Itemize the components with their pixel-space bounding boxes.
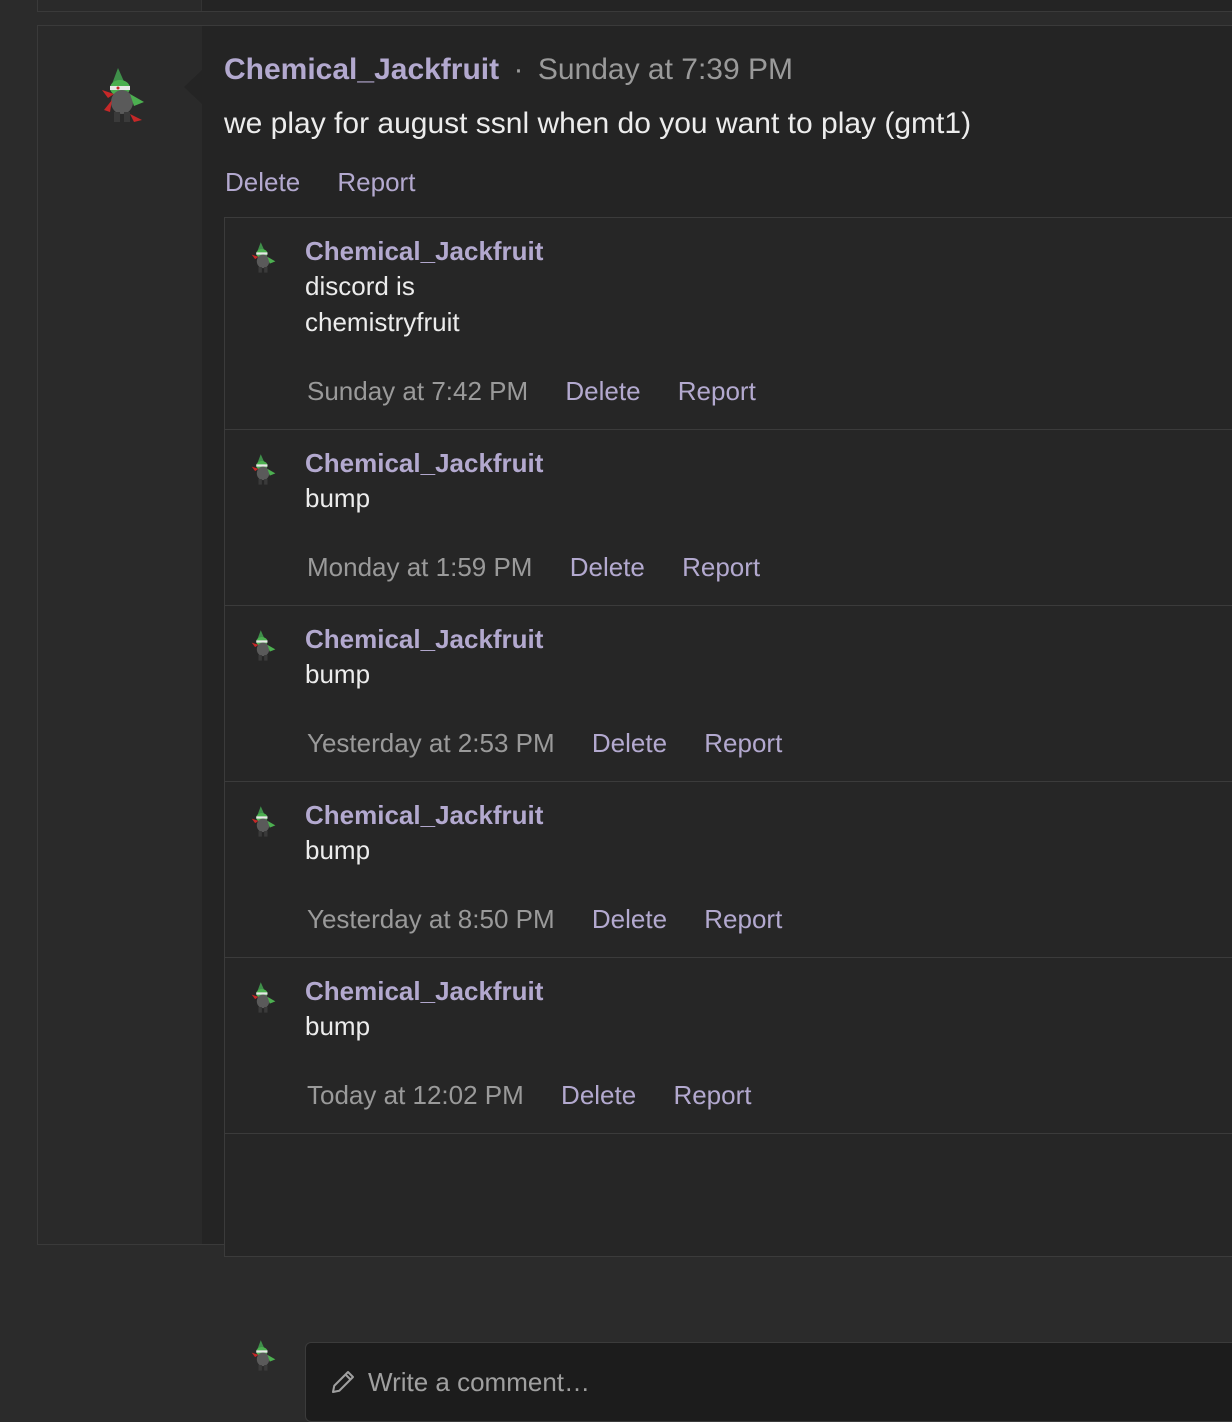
pencil-icon — [332, 1371, 354, 1393]
comment-report-link[interactable]: Report — [704, 728, 782, 758]
composer-avatar — [251, 1340, 276, 1371]
comment-input-placeholder: Write a comment… — [368, 1367, 591, 1397]
post-header-separator: · — [513, 53, 524, 86]
profile-post: Chemical_Jackfruit · Sunday at 7:39 PM w… — [37, 25, 1232, 1422]
previous-post-left-column — [38, 0, 202, 11]
comment-author-link[interactable]: Chemical_Jackfruit — [305, 624, 543, 654]
comment-meta: Monday at 1:59 PM Delete Report — [307, 552, 790, 582]
comment-delete-link[interactable]: Delete — [561, 1080, 636, 1110]
comment-delete-link[interactable]: Delete — [565, 376, 640, 406]
comment-meta: Today at 12:02 PM Delete Report — [307, 1080, 781, 1110]
post-actions: Delete Report — [225, 166, 445, 198]
comment-item: Chemical_Jackfruit discord is chemistryf… — [225, 218, 1232, 430]
author-avatar[interactable] — [90, 64, 154, 128]
comment-report-link[interactable]: Report — [704, 904, 782, 934]
comment-author-link[interactable]: Chemical_Jackfruit — [305, 236, 543, 266]
comment-text-line: discord is — [305, 271, 415, 301]
comment-text-line: chemistryfruit — [305, 307, 460, 337]
comment-item: Chemical_Jackfruit bump Today at 12:02 P… — [225, 958, 1232, 1134]
comment-delete-link[interactable]: Delete — [570, 552, 645, 582]
comment-item: Chemical_Jackfruit bump Yesterday at 8:5… — [225, 782, 1232, 958]
comment-report-link[interactable]: Report — [673, 1080, 751, 1110]
comment-timestamp[interactable]: Sunday at 7:42 PM — [307, 376, 528, 406]
post-arrow — [184, 70, 202, 104]
post-body: we play for august ssnl when do you want… — [224, 107, 972, 140]
post-left-column — [38, 26, 202, 1244]
comment-item: Chemical_Jackfruit bump Yesterday at 2:5… — [225, 606, 1232, 782]
post-delete-link[interactable]: Delete — [225, 167, 300, 197]
comment-timestamp[interactable]: Yesterday at 2:53 PM — [307, 728, 555, 758]
comment-author-link[interactable]: Chemical_Jackfruit — [305, 448, 543, 478]
comment-meta: Yesterday at 2:53 PM Delete Report — [307, 728, 812, 758]
comment-text-line: bump — [305, 835, 371, 865]
comment-avatar[interactable] — [245, 804, 281, 840]
comment-text-line: bump — [305, 1011, 371, 1041]
comment-delete-link[interactable]: Delete — [592, 728, 667, 758]
comments-list: Chemical_Jackfruit discord is chemistryf… — [224, 217, 1232, 1422]
comment-timestamp[interactable]: Today at 12:02 PM — [307, 1080, 524, 1110]
comment-delete-link[interactable]: Delete — [592, 904, 667, 934]
comment-author-link[interactable]: Chemical_Jackfruit — [305, 976, 543, 1006]
comment-timestamp[interactable]: Yesterday at 8:50 PM — [307, 904, 555, 934]
comment-report-link[interactable]: Report — [682, 552, 760, 582]
comment-item: Chemical_Jackfruit bump Monday at 1:59 P… — [225, 430, 1232, 606]
comment-meta: Yesterday at 8:50 PM Delete Report — [307, 904, 812, 934]
comment-report-link[interactable]: Report — [678, 376, 756, 406]
comment-avatar[interactable] — [245, 452, 281, 488]
comment-avatar[interactable] — [245, 240, 281, 276]
comment-timestamp[interactable]: Monday at 1:59 PM — [307, 552, 532, 582]
comment-meta: Sunday at 7:42 PM Delete Report — [307, 376, 786, 406]
comment-avatar[interactable] — [245, 980, 281, 1016]
post-header: Chemical_Jackfruit · Sunday at 7:39 PM — [224, 52, 793, 88]
comment-input[interactable]: Write a comment… — [305, 1342, 1232, 1422]
post-author-link[interactable]: Chemical_Jackfruit — [224, 53, 499, 86]
comment-text-line: bump — [305, 659, 371, 689]
comment-avatar[interactable] — [245, 628, 281, 664]
post-report-link[interactable]: Report — [337, 167, 415, 197]
post-timestamp[interactable]: Sunday at 7:39 PM — [538, 53, 793, 86]
previous-post-block — [37, 0, 1232, 12]
comment-author-link[interactable]: Chemical_Jackfruit — [305, 800, 543, 830]
comment-text-line: bump — [305, 483, 371, 513]
